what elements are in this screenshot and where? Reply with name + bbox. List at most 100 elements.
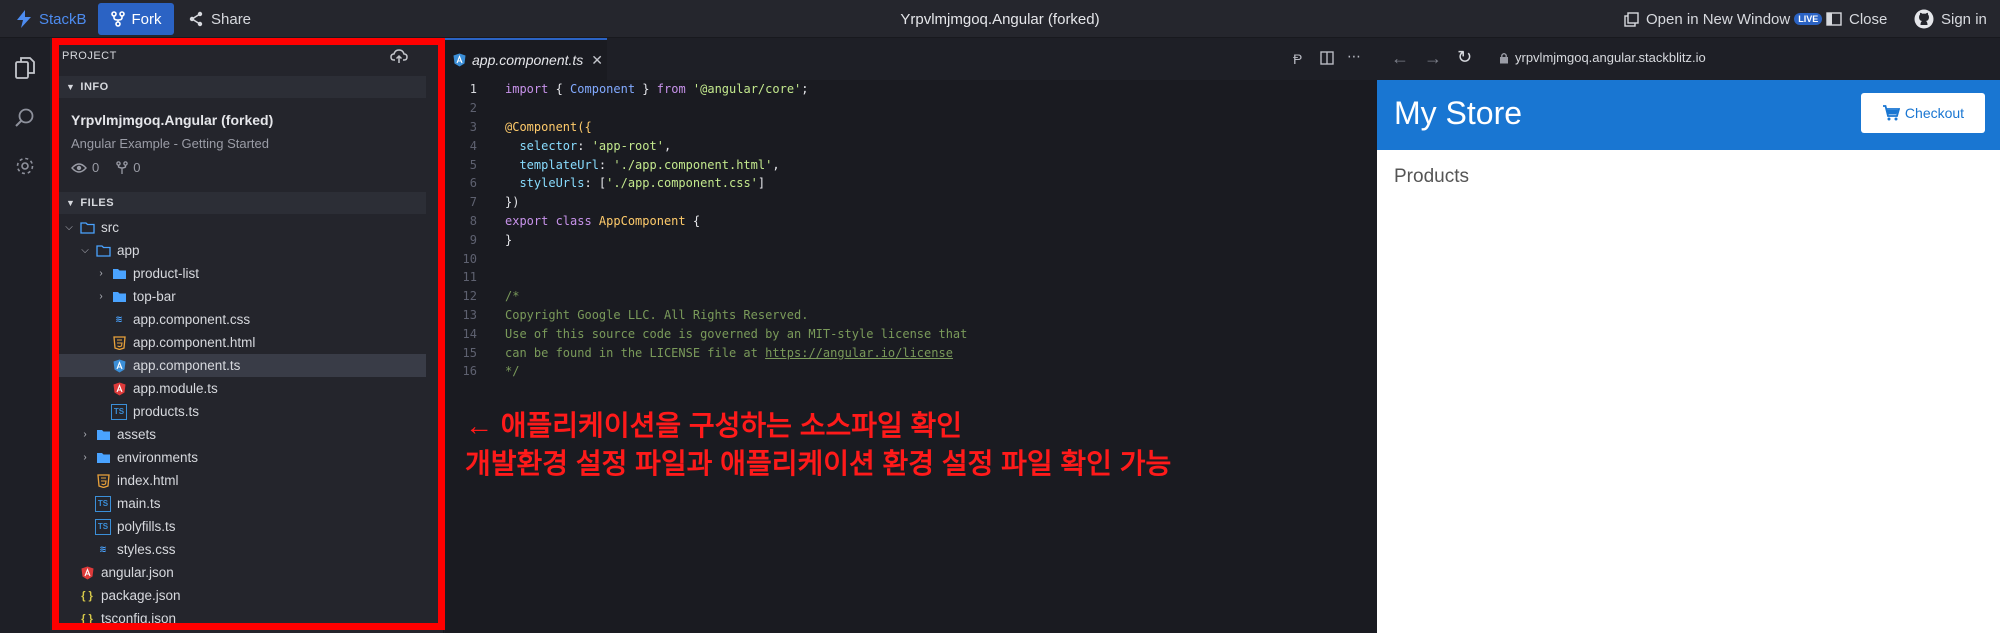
chevron-down-icon: ▼ [66, 82, 76, 92]
share-button[interactable]: Share [188, 0, 251, 38]
html-file-icon [95, 473, 111, 489]
store-top-bar: My Store Checkout [1377, 80, 2000, 150]
tree-item-environments[interactable]: › environments [58, 446, 426, 469]
share-label: Share [211, 10, 252, 28]
annotation-line-2: 개발환경 설정 파일과 애플리케이션 환경 설정 파일 확인 가능 [465, 448, 1172, 479]
tree-item-app[interactable]: ⌵ app [58, 239, 426, 262]
css-file-icon: ≋ [115, 314, 123, 324]
tab-label: app.component.ts [472, 52, 584, 68]
reload-icon[interactable]: ↻ [1457, 47, 1472, 68]
new-window-icon [1624, 11, 1639, 27]
bolt-icon [17, 10, 31, 28]
url-text: yrpvlmjmgoq.angular.stackblitz.io [1515, 50, 1706, 65]
split-editor-icon[interactable] [1320, 51, 1334, 68]
fork-label: Fork [131, 10, 162, 28]
angular-ts-icon [111, 358, 127, 374]
search-icon[interactable] [11, 104, 39, 132]
tree-item-assets[interactable]: › assets [58, 423, 426, 446]
chevron-right-icon: › [99, 291, 103, 302]
angular-icon [111, 381, 127, 397]
open-new-window-label: Open in New Window [1646, 10, 1791, 28]
folder-icon [111, 289, 127, 305]
project-sidebar: PROJECT ▼ INFO Yrpvlmjmgoq.Angular (fork… [50, 38, 444, 633]
license-link[interactable]: https://angular.io/license [765, 346, 953, 360]
project-description: Angular Example - Getting Started [71, 136, 269, 151]
files-section-header[interactable]: ▼ FILES [58, 192, 426, 214]
fork-button[interactable]: Fork [98, 3, 174, 35]
project-name: Yrpvlmjmgoq.Angular (forked) [71, 112, 274, 128]
sign-in-button[interactable]: Sign in [1914, 0, 1987, 38]
tree-item-styles-css[interactable]: ≋ styles.css [58, 538, 426, 561]
activity-bar [0, 38, 50, 633]
open-new-window-button[interactable]: Open in New Window LIVE [1624, 0, 1823, 38]
folder-icon [95, 427, 111, 443]
files-section-label: FILES [80, 197, 115, 209]
sign-in-label: Sign in [1941, 10, 1987, 28]
html-file-icon [111, 335, 127, 351]
forward-arrow-icon[interactable]: → [1424, 48, 1442, 69]
chevron-down-icon: ⌵ [81, 245, 89, 256]
tree-item-app-component-css[interactable]: ≋ app.component.css [58, 308, 426, 331]
tree-item-app-component-ts[interactable]: app.component.ts [58, 354, 426, 377]
angular-ts-icon [453, 53, 466, 67]
fork-icon [110, 11, 125, 27]
prettier-icon[interactable]: Ᵽ [1293, 51, 1302, 67]
brand-label: StackB [39, 10, 87, 28]
store-title[interactable]: My Store [1394, 95, 1522, 132]
project-stats: 0 0 [71, 160, 140, 175]
fork-count-icon [116, 160, 128, 174]
typescript-icon: TS [111, 403, 127, 420]
file-tree: ⌵ src ⌵ app › product-list › top-bar ≋ a… [58, 216, 426, 630]
forks-count: 0 [133, 160, 141, 175]
github-icon [1914, 9, 1934, 29]
more-options-icon[interactable]: ⋯ [1347, 48, 1361, 65]
browser-preview: ← → ↻ yrpvlmjmgoq.angular.stackblitz.io … [1377, 38, 2000, 633]
editor-tabs: app.component.ts ✕ Ᵽ ⋯ [445, 38, 1377, 80]
tree-item-main-ts[interactable]: TS main.ts [58, 492, 426, 515]
close-panel-icon [1826, 12, 1842, 26]
folder-open-icon [79, 220, 95, 236]
close-label: Close [1849, 10, 1888, 28]
settings-gear-icon[interactable] [11, 152, 39, 180]
tab-app-component-ts[interactable]: app.component.ts ✕ [445, 38, 607, 80]
tree-item-polyfills-ts[interactable]: TS polyfills.ts [58, 515, 426, 538]
chevron-down-icon: ⌵ [65, 222, 73, 233]
top-bar: StackB Fork Share Yrpvlmjmgoq.Angular (f… [0, 0, 2000, 38]
close-tab-icon[interactable]: ✕ [591, 52, 603, 69]
tree-item-app-component-html[interactable]: app.component.html [58, 331, 426, 354]
files-icon[interactable] [11, 54, 39, 82]
products-heading: Products [1394, 166, 1469, 187]
share-icon [189, 11, 203, 27]
info-section-header[interactable]: ▼ INFO [58, 76, 426, 98]
tree-item-package-json[interactable]: { } package.json [58, 584, 426, 607]
tree-item-src[interactable]: ⌵ src [58, 216, 426, 239]
tree-item-products-ts[interactable]: TS products.ts [58, 400, 426, 423]
chevron-right-icon: › [99, 268, 103, 279]
close-button[interactable]: Close [1826, 0, 1887, 38]
back-arrow-icon[interactable]: ← [1391, 48, 1409, 69]
json-file-icon: { } [81, 589, 93, 602]
tree-item-angular-json[interactable]: angular.json [58, 561, 426, 584]
code-area[interactable]: 1 import { Component } from '@angular/cor… [445, 80, 1377, 381]
folder-icon [95, 450, 111, 466]
live-badge: LIVE [1794, 13, 1823, 25]
eye-icon [71, 162, 87, 173]
tree-item-app-module-ts[interactable]: app.module.ts [58, 377, 426, 400]
tree-item-product-list[interactable]: › product-list [58, 262, 426, 285]
lock-icon [1500, 52, 1508, 63]
css-file-icon: ≋ [99, 544, 107, 554]
annotation-line-1: ← 애플리케이션을 구성하는 소스파일 확인 [465, 410, 963, 441]
tree-item-index-html[interactable]: index.html [58, 469, 426, 492]
checkout-button[interactable]: Checkout [1861, 93, 1985, 133]
code-editor: app.component.ts ✕ Ᵽ ⋯ 1 import { Compone… [445, 38, 1377, 633]
sidebar-header: PROJECT [62, 50, 117, 62]
shopping-cart-icon [1882, 105, 1900, 121]
chevron-down-icon: ▼ [66, 198, 76, 208]
preview-url[interactable]: yrpvlmjmgoq.angular.stackblitz.io [1499, 50, 1706, 65]
tree-item-tsconfig-json[interactable]: { } tsconfig.json [58, 607, 426, 630]
stackblitz-logo[interactable]: StackB [16, 0, 87, 38]
folder-icon [111, 266, 127, 282]
tree-item-top-bar[interactable]: › top-bar [58, 285, 426, 308]
cloud-upload-icon[interactable] [390, 48, 408, 69]
folder-open-icon [95, 243, 111, 259]
